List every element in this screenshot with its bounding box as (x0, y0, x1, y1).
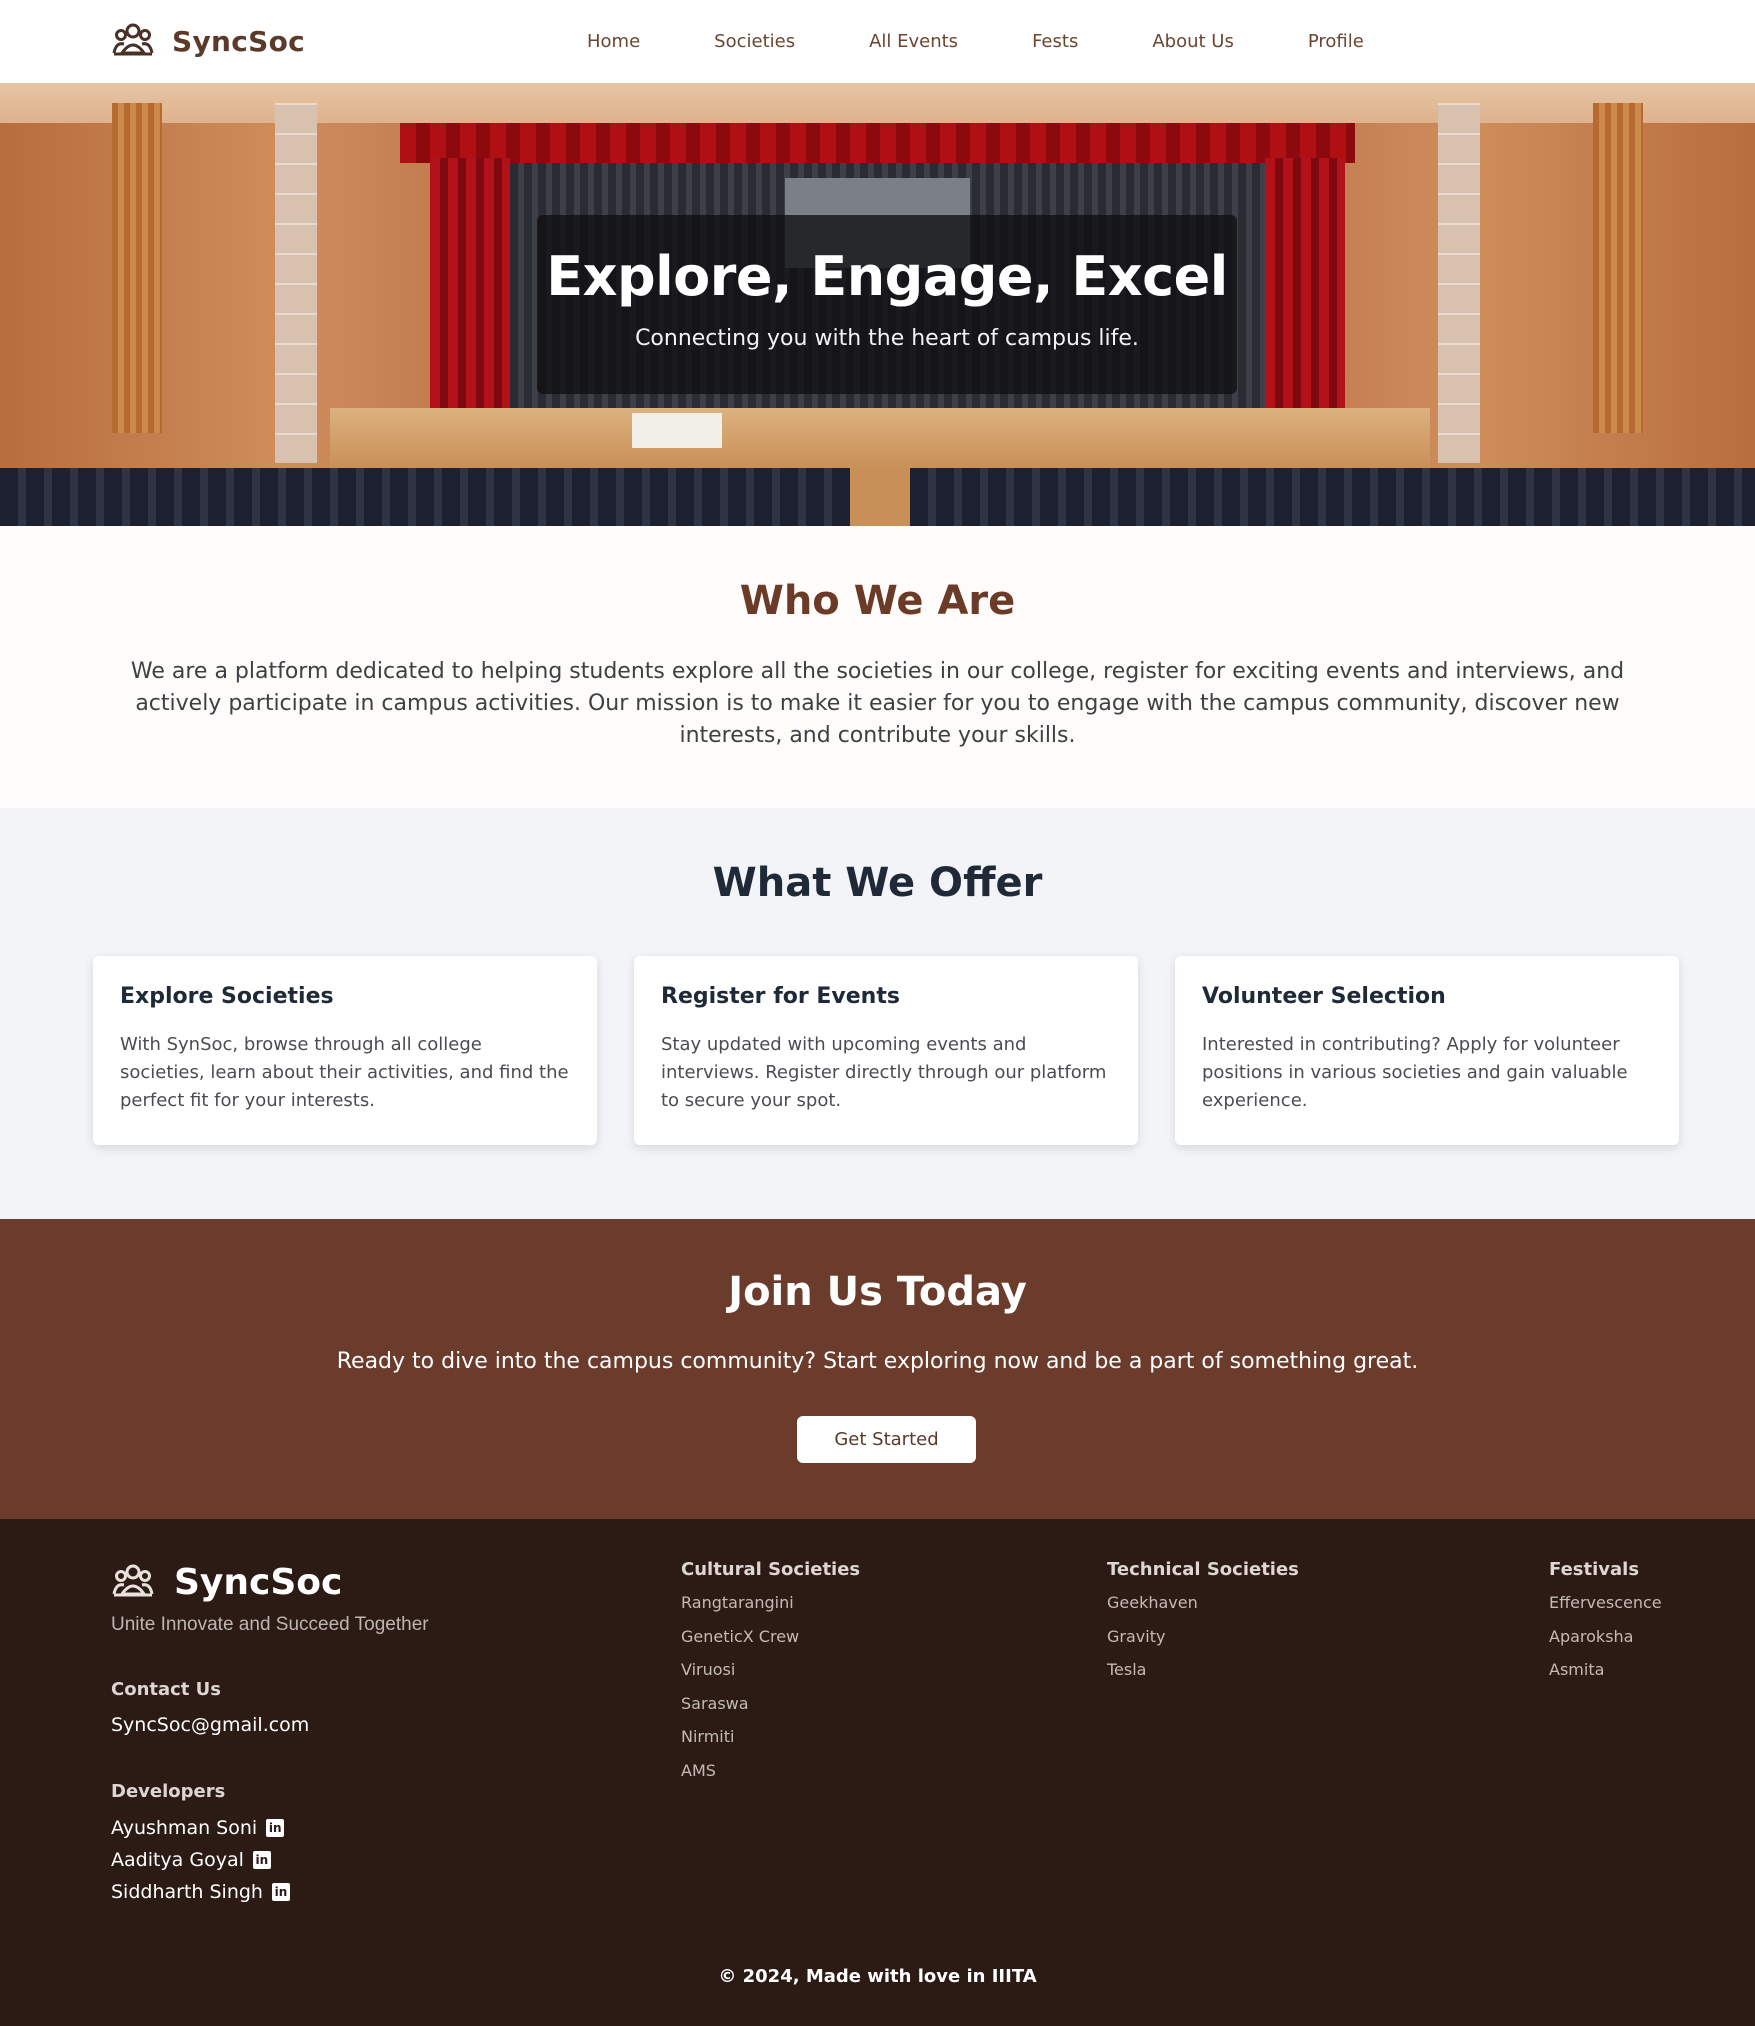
top-navbar: SyncSoc Home Societies All Events Fests … (0, 0, 1755, 83)
footer-logo[interactable]: SyncSoc (112, 1561, 342, 1603)
linkedin-icon[interactable]: in (271, 1883, 290, 1901)
footer-link[interactable]: Nirmiti (681, 1726, 860, 1760)
offer-card-text: Stay updated with upcoming events and in… (661, 1034, 1107, 1111)
footer-column-festivals: Festivals Effervescence Aparoksha Asmita (1549, 1559, 1662, 1693)
hero-banner: Explore, Engage, Excel Connecting you wi… (0, 83, 1755, 526)
nav-link-fests[interactable]: Fests (1032, 31, 1078, 52)
nav-link-profile[interactable]: Profile (1308, 31, 1364, 52)
hero-pillar (1593, 103, 1643, 433)
footer-column-cultural-societies: Cultural Societies Rangtarangini Genetic… (681, 1559, 860, 1793)
nav-link-societies[interactable]: Societies (714, 31, 795, 52)
footer-link[interactable]: Gravity (1107, 1626, 1299, 1660)
hero-curtain-right (1265, 158, 1345, 448)
offer-card-title: Explore Societies (120, 984, 334, 1009)
developer-item[interactable]: Ayushman Soni in (111, 1817, 285, 1839)
contact-email-link[interactable]: SyncSoc@gmail.com (111, 1714, 309, 1736)
group-icon (112, 23, 154, 56)
footer-link[interactable]: Tesla (1107, 1659, 1299, 1693)
hero-aisle (850, 468, 910, 526)
hero-title: Explore, Engage, Excel (546, 245, 1228, 308)
contact-us-label: Contact Us (111, 1679, 222, 1700)
developer-name: Siddharth Singh (111, 1881, 263, 1903)
hero-stage-floor (330, 408, 1430, 468)
footer-link[interactable]: Aparoksha (1549, 1626, 1662, 1660)
developer-name: Aaditya Goyal (111, 1849, 244, 1871)
get-started-button[interactable]: Get Started (797, 1416, 976, 1463)
who-we-are-heading: Who We Are (739, 578, 1016, 624)
footer-link[interactable]: Saraswa (681, 1693, 860, 1727)
nav-link-all-events[interactable]: All Events (869, 31, 958, 52)
footer-column-title: Technical Societies (1107, 1559, 1299, 1580)
footer-column-title: Festivals (1549, 1559, 1640, 1580)
offer-card-explore-societies: Explore Societies With SynSoc, browse th… (93, 956, 597, 1145)
offer-card-text: With SynSoc, browse through all college … (120, 1034, 569, 1111)
who-we-are-text: We are a platform dedicated to helping s… (130, 659, 1625, 748)
footer-column-title: Cultural Societies (681, 1559, 861, 1580)
footer-brand-name: SyncSoc (174, 1561, 343, 1603)
who-we-are-section: Who We Are We are a platform dedicated t… (0, 526, 1755, 808)
developer-item[interactable]: Siddharth Singh in (111, 1881, 290, 1903)
footer-link[interactable]: Effervescence (1549, 1592, 1662, 1626)
developer-name: Ayushman Soni (111, 1817, 258, 1839)
offer-card-text: Interested in contributing? Apply for vo… (1202, 1034, 1628, 1111)
brand-logo[interactable]: SyncSoc (112, 20, 305, 62)
linkedin-icon[interactable]: in (252, 1851, 271, 1869)
offer-card-title: Register for Events (661, 984, 900, 1009)
join-us-heading: Join Us Today (728, 1269, 1027, 1315)
footer: SyncSoc Unite Innovate and Succeed Toget… (0, 1519, 1755, 2026)
brand-name: SyncSoc (172, 24, 306, 58)
join-us-text: Ready to dive into the campus community?… (336, 1349, 1419, 1374)
group-icon (112, 1564, 154, 1597)
developer-item[interactable]: Aaditya Goyal in (111, 1849, 271, 1871)
footer-link[interactable]: AMS (681, 1760, 860, 1794)
nav-link-about-us[interactable]: About Us (1152, 31, 1234, 52)
hero-curtain-left (430, 158, 510, 448)
developers-label: Developers (111, 1781, 226, 1802)
copyright-text: © 2024, Made with love in IIITA (718, 1966, 1037, 1987)
what-we-offer-heading: What We Offer (712, 860, 1043, 906)
nav-link-home[interactable]: Home (587, 31, 640, 52)
hero-tile-column (1438, 103, 1480, 463)
footer-link[interactable]: Asmita (1549, 1659, 1662, 1693)
offer-card-title: Volunteer Selection (1202, 984, 1446, 1009)
offer-card-register-events: Register for Events Stay updated with up… (634, 956, 1138, 1145)
footer-column-technical-societies: Technical Societies Geekhaven Gravity Te… (1107, 1559, 1299, 1693)
footer-link[interactable]: Geekhaven (1107, 1592, 1299, 1626)
hero-pillar (112, 103, 162, 433)
footer-link[interactable]: Rangtarangini (681, 1592, 860, 1626)
footer-link[interactable]: GeneticX Crew (681, 1626, 860, 1660)
hero-tile-column (275, 103, 317, 463)
hero-curtain-valance (400, 123, 1355, 163)
footer-link[interactable]: Viruosi (681, 1659, 860, 1693)
offer-card-volunteer-selection: Volunteer Selection Interested in contri… (1175, 956, 1679, 1145)
footer-tagline: Unite Innovate and Succeed Together (111, 1614, 429, 1635)
linkedin-icon[interactable]: in (266, 1819, 285, 1837)
hero-stage-table (632, 413, 722, 448)
nav-links: Home Societies All Events Fests About Us… (550, 0, 1401, 83)
hero-subtitle: Connecting you with the heart of campus … (635, 326, 1139, 351)
join-us-section: Join Us Today Ready to dive into the cam… (0, 1219, 1755, 1519)
what-we-offer-section: What We Offer Explore Societies With Syn… (0, 808, 1755, 1219)
